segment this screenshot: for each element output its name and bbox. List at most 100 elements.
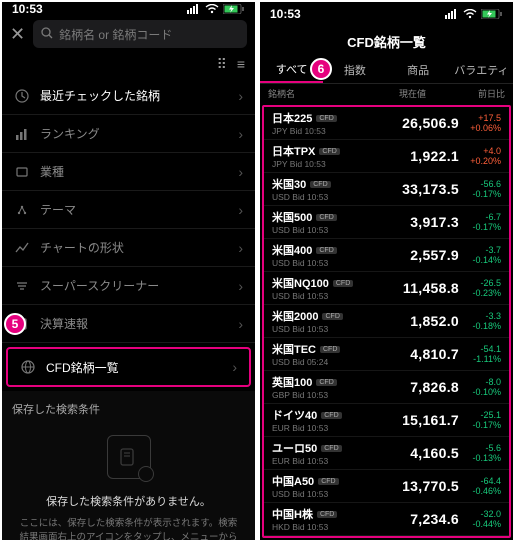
instrument-sub: JPY Bid 10:53 bbox=[272, 126, 337, 136]
category-tabs: すべて指数商品バラエティ6 bbox=[260, 56, 513, 84]
phone-left: 10:53 ✕ 銘柄名 or 銘柄コード ⠿ ≡ 最近チェックした銘柄›ランキン… bbox=[2, 2, 255, 540]
instrument-price: 11,458.8 bbox=[403, 280, 459, 296]
instrument-row[interactable]: 香港HS50 CFDHKD Bid 10:5321,394.2-137.0-0.… bbox=[264, 536, 509, 538]
search-input[interactable]: 銘柄名 or 銘柄コード bbox=[33, 20, 247, 48]
instrument-name: 米国500 CFD bbox=[272, 209, 337, 225]
instrument-price: 1,852.0 bbox=[410, 313, 459, 329]
column-headers: 銘柄名 現在値 前日比 bbox=[260, 84, 513, 103]
instrument-price: 4,810.7 bbox=[410, 346, 459, 362]
instrument-sub: USD Bid 10:53 bbox=[272, 258, 337, 268]
battery-icon bbox=[223, 4, 245, 14]
saved-empty-msg: 保存した検索条件がありません。 bbox=[12, 493, 245, 509]
page-title: CFD銘柄一覧 bbox=[347, 32, 426, 51]
instrument-row[interactable]: 米国TEC CFDUSD Bid 05:244,810.7-54.1-1.11% bbox=[264, 338, 509, 371]
cfd-tag: CFD bbox=[317, 511, 337, 518]
chevron-right-icon: › bbox=[238, 278, 243, 294]
chevron-right-icon: › bbox=[238, 240, 243, 256]
instrument-change: +17.5+0.06% bbox=[467, 113, 501, 134]
tab-2[interactable]: 商品 bbox=[387, 56, 450, 83]
col-name: 銘柄名 bbox=[268, 87, 295, 100]
instrument-price: 4,160.5 bbox=[410, 445, 459, 461]
menu-item-screener[interactable]: スーパースクリーナー› bbox=[2, 267, 255, 305]
menu-item-recent[interactable]: 最近チェックした銘柄› bbox=[2, 77, 255, 115]
cfd-tag: CFD bbox=[322, 313, 342, 320]
instrument-row[interactable]: 米国30 CFDUSD Bid 10:5333,173.5-56.6-0.17% bbox=[264, 173, 509, 206]
bars-icon bbox=[14, 126, 30, 142]
instrument-name: 米国30 CFD bbox=[272, 176, 331, 192]
instrument-change: -3.7-0.14% bbox=[467, 245, 501, 266]
page-title-bar: CFD銘柄一覧 bbox=[260, 26, 513, 56]
instrument-sub: USD Bid 10:53 bbox=[272, 324, 343, 334]
menu-item-theme[interactable]: テーマ› bbox=[2, 191, 255, 229]
grid-view-icon[interactable]: ⠿ bbox=[217, 56, 227, 73]
instrument-price: 33,173.5 bbox=[402, 181, 459, 197]
chevron-right-icon: › bbox=[232, 359, 237, 375]
col-price: 現在値 bbox=[399, 87, 426, 100]
chevron-right-icon: › bbox=[238, 164, 243, 180]
instrument-change: -26.5-0.23% bbox=[467, 278, 501, 299]
chevron-right-icon: › bbox=[238, 316, 243, 332]
cfd-tag: CFD bbox=[316, 214, 336, 221]
tab-3[interactable]: バラエティ bbox=[450, 56, 513, 83]
instrument-row[interactable]: 中国H株 CFDHKD Bid 10:537,234.6-32.0-0.44% bbox=[264, 503, 509, 536]
instrument-name: 米国400 CFD bbox=[272, 242, 337, 258]
phone-right: 10:53 CFD銘柄一覧 すべて指数商品バラエティ6 銘柄名 現在値 前日比 … bbox=[260, 2, 513, 540]
close-icon[interactable]: ✕ bbox=[10, 24, 25, 45]
instrument-row[interactable]: 米国NQ100 CFDUSD Bid 10:53 11,458.8 -26.5-0.… bbox=[264, 272, 509, 305]
instrument-list[interactable]: 日本225 CFDJPY Bid 10:5326,506.9+17.5+0.06… bbox=[262, 105, 511, 538]
search-icon bbox=[41, 27, 53, 42]
instrument-row[interactable]: 日本225 CFDJPY Bid 10:5326,506.9+17.5+0.06… bbox=[264, 107, 509, 140]
clock-icon bbox=[14, 88, 30, 104]
instrument-sub: USD Bid 05:24 bbox=[272, 357, 340, 367]
instrument-row[interactable]: 米国2000 CFDUSD Bid 10:531,852.0-3.3-0.18% bbox=[264, 305, 509, 338]
saved-section: 保存した検索条件 保存した検索条件がありません。 ここには、保存した検索条件が表… bbox=[2, 391, 255, 540]
instrument-price: 7,826.8 bbox=[410, 379, 459, 395]
instrument-row[interactable]: 英国100 CFDGBP Bid 10:537,826.8-8.0-0.10% bbox=[264, 371, 509, 404]
list-view-icon[interactable]: ≡ bbox=[237, 56, 245, 73]
instrument-change: -6.7-0.17% bbox=[467, 212, 501, 233]
instrument-name: 日本TPX CFD bbox=[272, 143, 340, 159]
cfd-tag: CFD bbox=[316, 115, 336, 122]
instrument-row[interactable]: 米国500 CFDUSD Bid 10:533,917.3-6.7-0.17% bbox=[264, 206, 509, 239]
battery-icon bbox=[481, 9, 503, 19]
instrument-sub: EUR Bid 10:53 bbox=[272, 456, 342, 466]
instrument-change: -64.4-0.46% bbox=[467, 476, 501, 497]
cfd-tag: CFD bbox=[310, 181, 330, 188]
instrument-row[interactable]: 日本TPX CFDJPY Bid 10:531,922.1+4.0+0.20% bbox=[264, 140, 509, 173]
menu-item-label: CFD銘柄一覧 bbox=[46, 359, 119, 376]
instrument-row[interactable]: 中国A50 CFDUSD Bid 10:5313,770.5-64.4-0.46… bbox=[264, 470, 509, 503]
instrument-sub: USD Bid 10:53 bbox=[272, 489, 339, 499]
menu-item-label: テーマ bbox=[40, 201, 76, 218]
menu-item-chart[interactable]: チャートの形状› bbox=[2, 229, 255, 267]
menu-item-flash[interactable]: 決算速報› bbox=[2, 305, 255, 343]
instrument-sub: HKD Bid 10:53 bbox=[272, 522, 337, 532]
menu-item-ranking[interactable]: ランキング› bbox=[2, 115, 255, 153]
status-time: 10:53 bbox=[12, 2, 43, 16]
instrument-change: -3.3-0.18% bbox=[467, 311, 501, 332]
left-menu: 最近チェックした銘柄›ランキング›業種›テーマ›チャートの形状›スーパースクリー… bbox=[2, 77, 255, 391]
instrument-change: -25.1-0.17% bbox=[467, 410, 501, 431]
instrument-price: 15,161.7 bbox=[402, 412, 459, 428]
saved-empty-desc: ここには、保存した検索条件が表示されます。検索結果画面右上のアイコンをタップし、… bbox=[12, 517, 245, 540]
instrument-name: 米国TEC CFD bbox=[272, 341, 340, 357]
menu-item-sector[interactable]: 業種› bbox=[2, 153, 255, 191]
instrument-row[interactable]: 米国400 CFDUSD Bid 10:532,557.9-3.7-0.14% bbox=[264, 239, 509, 272]
status-right bbox=[187, 4, 245, 14]
instrument-sub: USD Bid 10:53 bbox=[272, 192, 331, 202]
instrument-sub: EUR Bid 10:53 bbox=[272, 423, 342, 433]
instrument-row[interactable]: ドイツ40 CFDEUR Bid 10:5315,161.7-25.1-0.17… bbox=[264, 404, 509, 437]
star-icon bbox=[14, 202, 30, 218]
instrument-sub: USD Bid 10:53 bbox=[272, 291, 353, 301]
instrument-name: 日本225 CFD bbox=[272, 110, 337, 126]
menu-item-label: ランキング bbox=[40, 125, 100, 142]
menu-item-cfd[interactable]: CFD銘柄一覧 › bbox=[6, 347, 251, 387]
search-row: ✕ 銘柄名 or 銘柄コード bbox=[2, 16, 255, 52]
instrument-row[interactable]: ユーロ50 CFDEUR Bid 10:534,160.5-5.6-0.13% bbox=[264, 437, 509, 470]
instrument-name: 米国NQ100 CFD bbox=[272, 275, 353, 291]
tab-1[interactable]: 指数 bbox=[323, 56, 386, 83]
instrument-price: 3,917.3 bbox=[410, 214, 459, 230]
signal-icon bbox=[187, 4, 201, 14]
instrument-name: 中国H株 CFD bbox=[272, 506, 337, 522]
empty-state-icon bbox=[107, 435, 151, 479]
instrument-price: 13,770.5 bbox=[402, 478, 459, 494]
